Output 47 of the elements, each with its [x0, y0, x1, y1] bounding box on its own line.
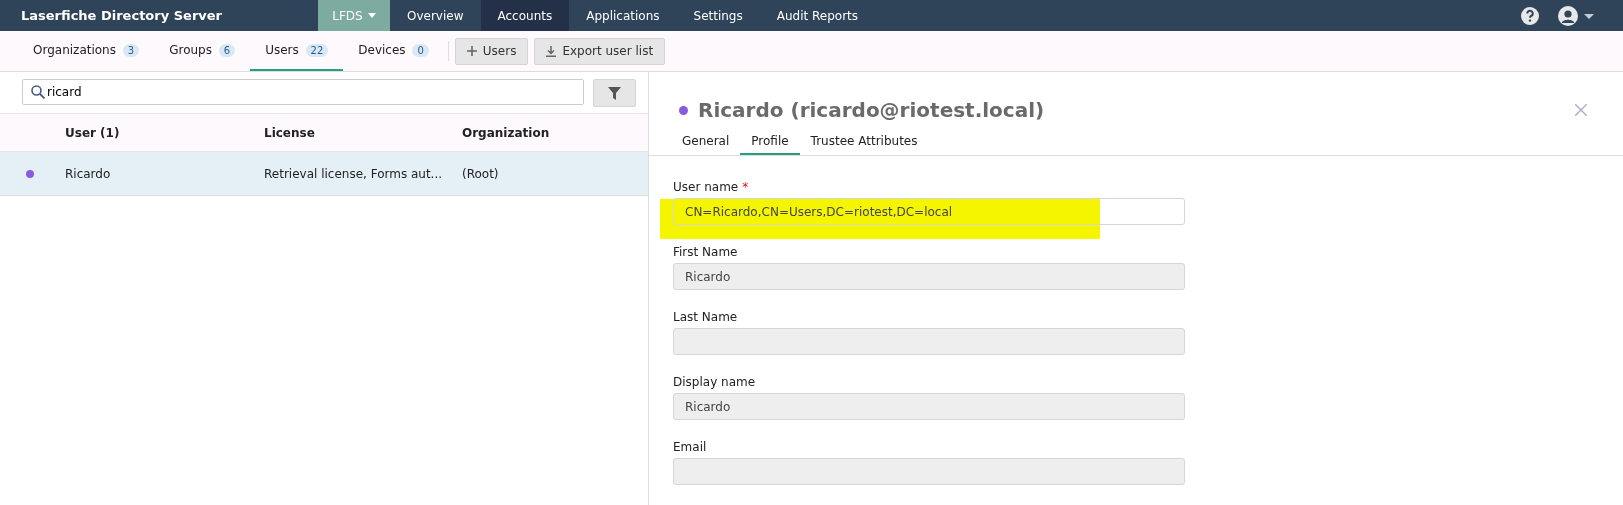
detail-tab[interactable]: General [671, 129, 741, 155]
filter-icon [608, 86, 621, 100]
text-field[interactable] [673, 328, 1185, 355]
text-field[interactable]: CN=Ricardo,CN=Users,DC=riotest,DC=local [673, 198, 1185, 225]
required-mark: * [742, 180, 749, 194]
category-tab[interactable]: Groups 6 [154, 31, 251, 71]
category-tab[interactable]: Users 22 [250, 31, 344, 71]
field-label: Last Name [673, 310, 738, 324]
add-users-button[interactable]: Users [454, 37, 529, 65]
column-header[interactable]: Organization [462, 125, 642, 140]
nav-tab[interactable]: Applications [569, 0, 677, 31]
field-label: User name [673, 180, 739, 194]
filter-button[interactable] [593, 79, 636, 107]
text-field[interactable]: Ricardo [673, 263, 1185, 290]
column-header[interactable]: License [264, 125, 462, 140]
column-header[interactable]: User (1) [65, 125, 264, 140]
app-title: Laserfiche Directory Server [20, 7, 223, 25]
detail-tab[interactable]: Profile [740, 129, 800, 155]
help-icon[interactable] [1520, 5, 1540, 26]
count-badge: 6 [218, 44, 236, 57]
count-badge: 0 [412, 44, 429, 57]
nav-tab[interactable]: Settings [676, 0, 760, 31]
export-button[interactable]: Export user list [534, 37, 666, 65]
table-cell-text: (Root) [462, 166, 500, 181]
download-icon [546, 45, 557, 57]
nav-tab[interactable]: Overview [390, 0, 481, 31]
caret-icon [367, 13, 376, 18]
table-row[interactable]: Ricardo Retrieval license, Forms aut... (Root) [0, 151, 648, 196]
text-field[interactable] [673, 458, 1185, 485]
count-badge: 3 [122, 44, 140, 57]
user-avatar-icon[interactable] [1558, 5, 1594, 26]
field-label: Display name [673, 375, 756, 389]
search-icon [31, 85, 45, 99]
nav-tab[interactable]: Accounts [480, 0, 570, 31]
table-cell-text: Ricardo [65, 166, 112, 181]
nav-tab[interactable]: Audit Reports [759, 0, 876, 31]
count-badge: 22 [305, 44, 329, 57]
detail-tab[interactable]: Trustee Attributes [799, 129, 929, 155]
detail-title: Ricardo (ricardo@riotest.local) [698, 98, 1046, 122]
plus-icon [466, 46, 477, 56]
category-tab[interactable]: Devices 0 [343, 31, 444, 71]
table-cell-text: Retrieval license, Forms aut... [264, 166, 444, 181]
search-field[interactable]: ricard [22, 79, 584, 105]
category-tab[interactable]: Organizations 3 [18, 31, 155, 71]
field-label: First Name [673, 245, 738, 259]
text-field[interactable]: Ricardo [673, 393, 1185, 420]
field-label: Email [673, 440, 707, 454]
